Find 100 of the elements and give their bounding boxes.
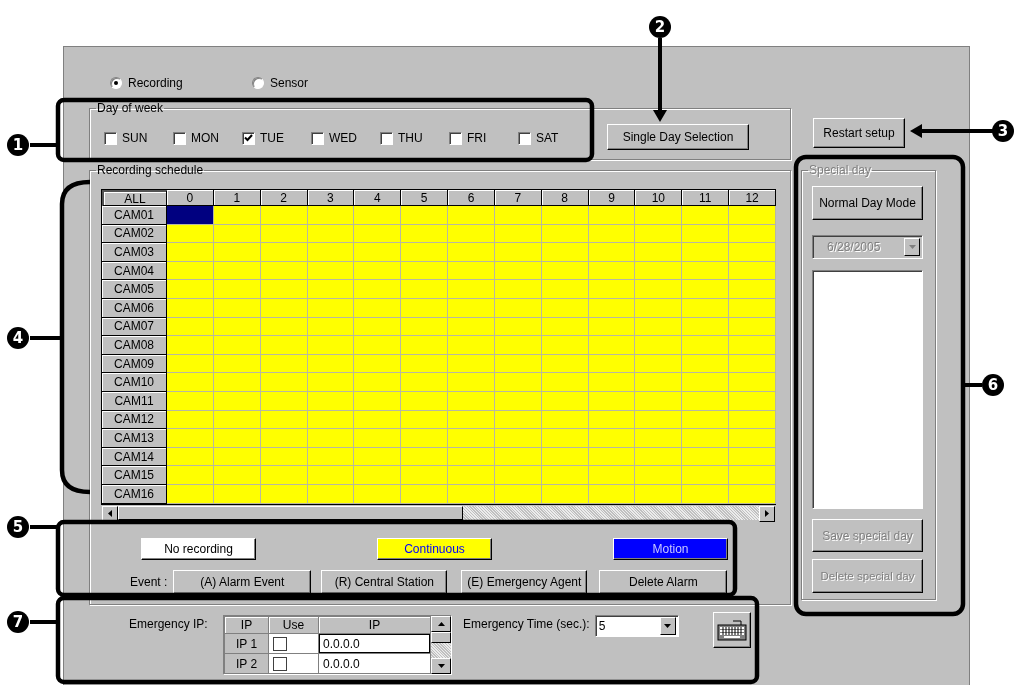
schedule-cell[interactable] bbox=[494, 429, 542, 448]
checkbox[interactable] bbox=[173, 131, 186, 145]
checkbox[interactable] bbox=[449, 131, 462, 145]
checkbox[interactable] bbox=[242, 131, 255, 145]
select-all-button[interactable]: ALL bbox=[102, 190, 167, 206]
schedule-cell[interactable] bbox=[541, 336, 589, 355]
schedule-cell[interactable] bbox=[588, 466, 636, 485]
scroll-left-button[interactable] bbox=[102, 505, 118, 522]
restart-button[interactable]: Restart setup bbox=[813, 118, 905, 148]
schedule-cell[interactable] bbox=[307, 243, 355, 262]
schedule-cell[interactable] bbox=[494, 243, 542, 262]
schedule-cell[interactable] bbox=[682, 466, 730, 485]
schedule-cell[interactable] bbox=[213, 429, 261, 448]
schedule-cell[interactable] bbox=[260, 280, 308, 299]
column-header[interactable]: 11 bbox=[682, 190, 730, 206]
column-header[interactable]: 1 bbox=[213, 190, 261, 206]
schedule-cell[interactable] bbox=[401, 243, 449, 262]
schedule-cell[interactable] bbox=[729, 373, 776, 392]
schedule-cell[interactable] bbox=[260, 243, 308, 262]
column-header[interactable]: Use bbox=[268, 616, 319, 634]
column-header[interactable]: 7 bbox=[494, 190, 542, 206]
schedule-cell[interactable] bbox=[401, 206, 449, 225]
scroll-up-button[interactable] bbox=[431, 616, 451, 632]
schedule-cell[interactable] bbox=[448, 336, 495, 355]
schedule-cell[interactable] bbox=[354, 243, 402, 262]
schedule-cell[interactable] bbox=[588, 336, 636, 355]
schedule-cell[interactable] bbox=[494, 336, 542, 355]
schedule-cell[interactable] bbox=[494, 206, 542, 225]
schedule-cell[interactable] bbox=[635, 206, 683, 225]
schedule-cell[interactable] bbox=[354, 336, 402, 355]
scroll-thumb[interactable] bbox=[118, 505, 463, 520]
checkbox-label[interactable]: SUN bbox=[122, 131, 148, 145]
schedule-cell[interactable] bbox=[260, 336, 308, 355]
row-header[interactable]: CAM08 bbox=[102, 336, 167, 355]
schedule-cell[interactable] bbox=[307, 429, 355, 448]
column-header[interactable]: IP bbox=[224, 616, 269, 634]
schedule-cell[interactable] bbox=[354, 429, 402, 448]
keyboard-button[interactable] bbox=[712, 612, 751, 648]
checkbox[interactable] bbox=[311, 131, 324, 145]
schedule-cell[interactable] bbox=[307, 206, 355, 225]
row-header[interactable]: CAM03 bbox=[102, 243, 167, 262]
scroll-down-button[interactable] bbox=[431, 658, 451, 674]
schedule-cell[interactable] bbox=[167, 243, 214, 262]
scroll-thumb[interactable] bbox=[431, 632, 451, 643]
schedule-cell[interactable] bbox=[682, 243, 730, 262]
scroll-right-button[interactable] bbox=[759, 505, 775, 522]
column-header[interactable]: IP bbox=[318, 616, 431, 634]
checkbox-label[interactable]: THU bbox=[398, 131, 423, 145]
schedule-cell[interactable] bbox=[541, 429, 589, 448]
schedule-cell[interactable] bbox=[635, 336, 683, 355]
schedule-cell[interactable] bbox=[401, 336, 449, 355]
schedule-cell[interactable] bbox=[541, 466, 589, 485]
schedule-cell[interactable] bbox=[167, 466, 214, 485]
event-button[interactable]: (R) Central Station bbox=[321, 569, 448, 594]
schedule-cell[interactable] bbox=[682, 336, 730, 355]
schedule-cell[interactable] bbox=[729, 466, 776, 485]
schedule-cell[interactable] bbox=[401, 429, 449, 448]
checkbox[interactable] bbox=[380, 131, 393, 145]
schedule-cell[interactable] bbox=[448, 280, 495, 299]
schedule-cell[interactable] bbox=[213, 243, 261, 262]
schedule-cell[interactable] bbox=[541, 206, 589, 225]
checkbox-label[interactable]: MON bbox=[191, 131, 219, 145]
dropdown-button[interactable] bbox=[659, 617, 676, 635]
schedule-cell[interactable] bbox=[588, 429, 636, 448]
column-header[interactable]: 0 bbox=[167, 190, 214, 206]
schedule-cell[interactable] bbox=[307, 280, 355, 299]
column-header[interactable]: 8 bbox=[541, 190, 589, 206]
schedule-cell[interactable] bbox=[494, 466, 542, 485]
column-header[interactable]: 3 bbox=[307, 190, 355, 206]
schedule-cell[interactable] bbox=[588, 280, 636, 299]
schedule-cell[interactable] bbox=[729, 336, 776, 355]
column-header[interactable]: 9 bbox=[588, 190, 636, 206]
radio-label[interactable]: Sensor bbox=[270, 76, 309, 90]
radio-button[interactable] bbox=[252, 77, 264, 89]
schedule-cell[interactable] bbox=[448, 466, 495, 485]
checkbox-label[interactable]: WED bbox=[329, 131, 357, 145]
column-header[interactable]: 4 bbox=[354, 190, 402, 206]
schedule-cell[interactable] bbox=[354, 206, 402, 225]
radio-button[interactable] bbox=[110, 77, 122, 89]
schedule-cell[interactable] bbox=[635, 280, 683, 299]
column-header[interactable]: 2 bbox=[260, 190, 308, 206]
row-header[interactable]: CAM13 bbox=[102, 429, 167, 448]
legend-button[interactable]: No recording bbox=[141, 537, 256, 560]
column-header[interactable]: 12 bbox=[729, 190, 776, 206]
row-header[interactable]: CAM01 bbox=[102, 206, 167, 225]
event-button[interactable]: (A) Alarm Event bbox=[173, 569, 312, 594]
schedule-cell[interactable] bbox=[635, 243, 683, 262]
checkbox[interactable] bbox=[104, 131, 117, 145]
schedule-cell[interactable] bbox=[167, 336, 214, 355]
row-header[interactable]: CAM15 bbox=[102, 466, 167, 485]
column-header[interactable]: 6 bbox=[448, 190, 495, 206]
schedule-cell[interactable] bbox=[167, 429, 214, 448]
schedule-cell[interactable] bbox=[307, 373, 355, 392]
schedule-cell[interactable] bbox=[354, 373, 402, 392]
schedule-cell[interactable] bbox=[354, 466, 402, 485]
schedule-cell[interactable] bbox=[729, 280, 776, 299]
schedule-cell[interactable] bbox=[588, 373, 636, 392]
schedule-cell[interactable] bbox=[401, 466, 449, 485]
schedule-cell[interactable] bbox=[729, 243, 776, 262]
schedule-cell[interactable] bbox=[213, 336, 261, 355]
